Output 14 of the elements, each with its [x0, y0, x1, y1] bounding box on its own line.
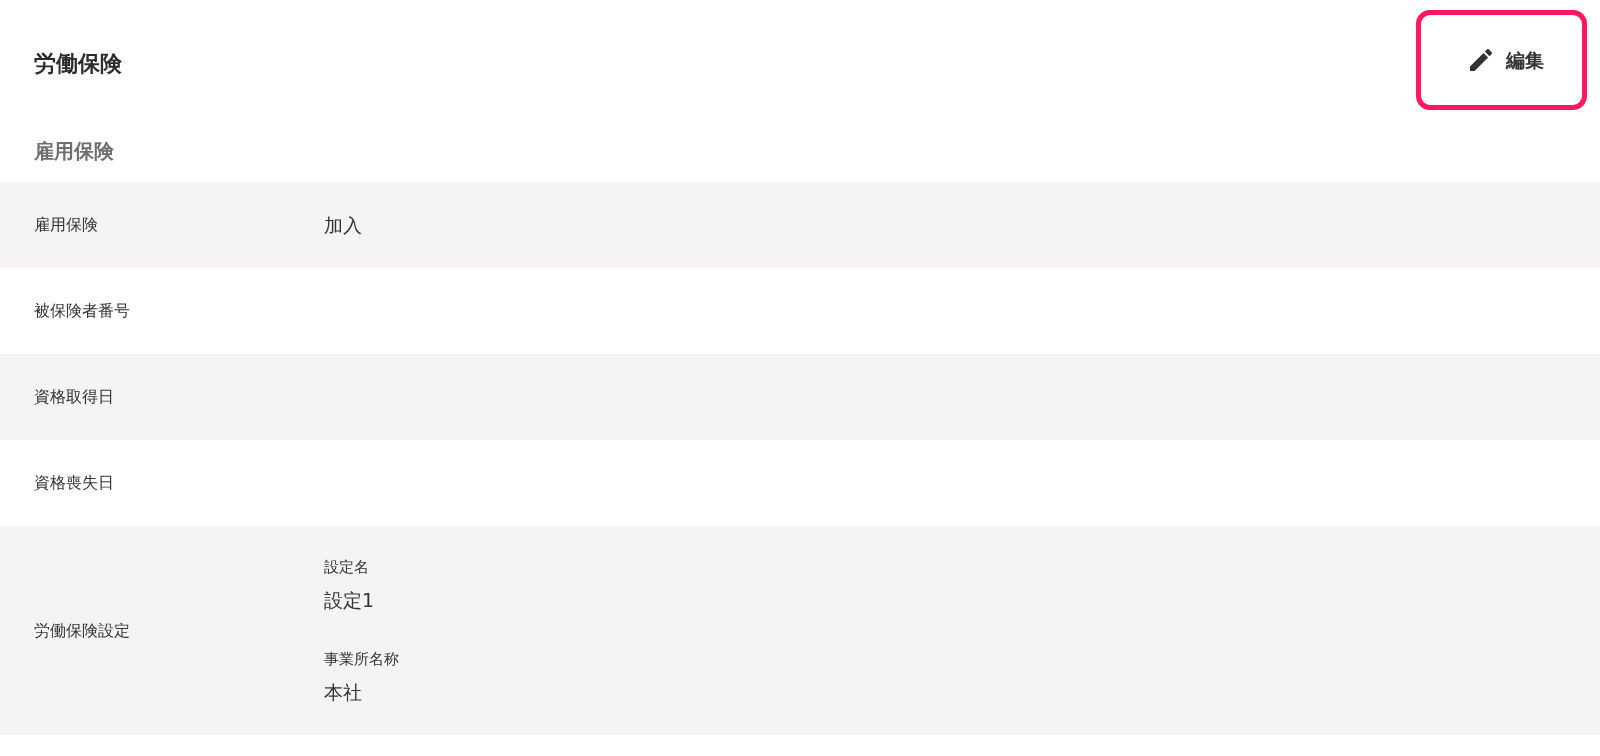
field-value: 加入	[324, 214, 362, 236]
field-label: 雇用保険	[34, 215, 98, 234]
field-label: 労働保険設定	[34, 621, 130, 640]
pencil-icon	[1469, 49, 1492, 71]
field-label: 被保険者番号	[34, 301, 130, 320]
sub-field-label: 設定名	[324, 557, 369, 578]
sub-field-value: 本社	[324, 680, 362, 705]
field-label: 資格取得日	[34, 387, 114, 406]
sub-field-label: 事業所名称	[324, 649, 399, 670]
edit-button[interactable]: 編集	[1416, 10, 1587, 110]
field-label: 資格喪失日	[34, 473, 114, 492]
page-title: 労働保険	[34, 50, 122, 78]
section-title: 雇用保険	[34, 138, 114, 165]
sub-field-value: 設定1	[324, 588, 375, 613]
